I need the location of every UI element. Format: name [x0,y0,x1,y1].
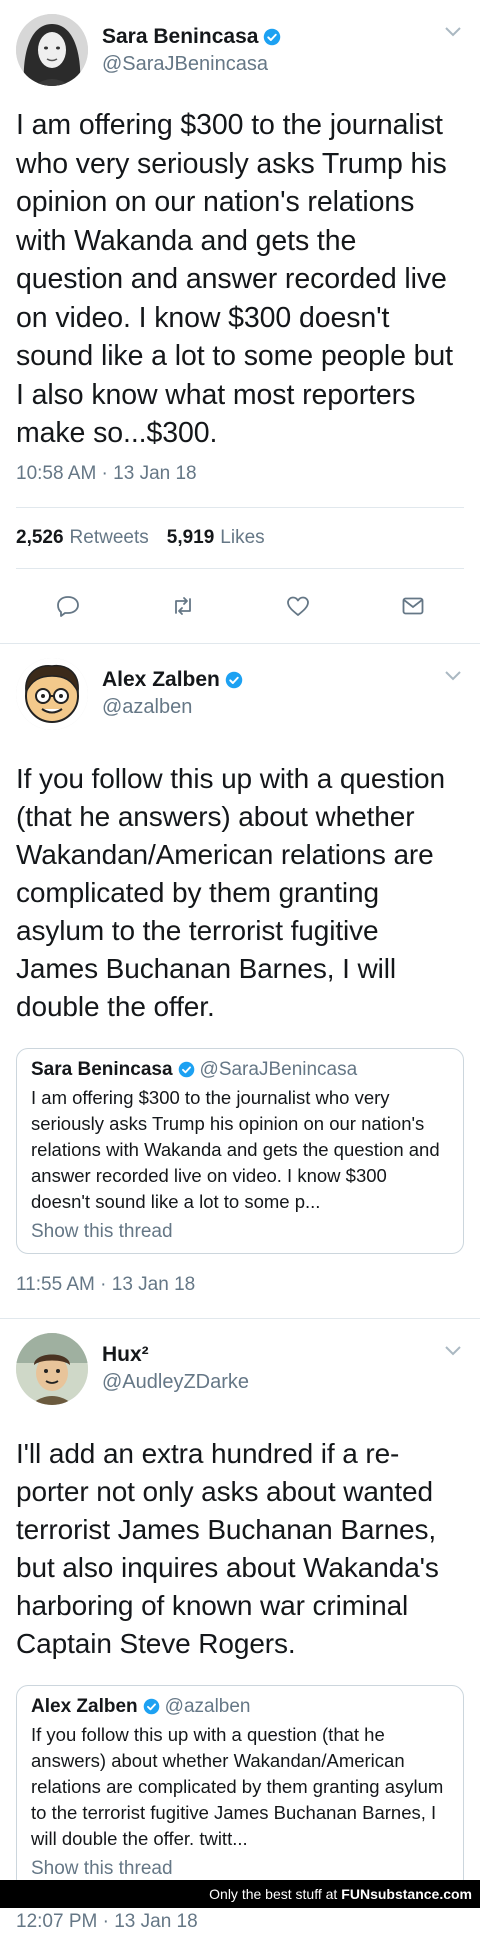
tweet-header: Sara Benincasa @SaraJBenincasa [16,0,464,100]
user-info: Alex Zalben @azalben [102,668,243,719]
display-name[interactable]: Hux² [102,1343,149,1367]
display-name[interactable]: Sara Benincasa [102,25,258,49]
tweet-header: Alex Zalben @azalben [16,644,464,744]
verified-icon [178,1061,194,1078]
likes-count[interactable]: 5,919 [167,527,215,549]
tweet-header: Hux² @AudleyZDarke [16,1319,464,1419]
user-handle[interactable]: @AudleyZDarke [102,1371,249,1394]
tweet-stats: 2,526 Retweets 5,919 Likes [0,508,480,568]
verified-icon [143,1698,159,1715]
user-handle[interactable]: @SaraJBenincasa [102,53,281,76]
user-info: Hux² @AudleyZDarke [102,1343,249,1394]
chevron-down-icon[interactable] [444,26,462,38]
tweet-text: If you follow this up with a question (t… [16,762,445,1022]
quoted-text: I am offering $300 to the journalist who… [31,1086,440,1212]
tweet-text: I'll add an extra hundred if a re-porter… [16,1437,439,1659]
retweet-icon[interactable] [170,593,196,619]
screenshot: Sara Benincasa @SaraJBenincasa I am offe… [0,0,480,1932]
tweet-timestamp[interactable]: 10:58 AM · 13 Jan 18 [16,463,464,485]
site-watermark: Only the best stuff at FUNsubstance.com [0,1880,480,1908]
retweets-label[interactable]: Retweets [70,527,149,549]
quoted-display-name: Sara Benincasa [31,1058,173,1080]
avatar-hux[interactable] [16,1332,88,1405]
quoted-display-name: Alex Zalben [31,1695,138,1717]
tweet-alex: Alex Zalben @azalben If you follow this … [0,644,480,1296]
display-name[interactable]: Alex Zalben [102,668,220,692]
tweet-text: I am offering $300 to the journalist who… [16,109,453,449]
quoted-handle: @SaraJBenincasa [199,1058,358,1080]
action-bar [0,569,480,643]
avatar-alex[interactable] [16,657,88,730]
message-icon[interactable] [400,593,426,619]
tweet-timestamp[interactable]: 12:07 PM · 13 Jan 18 [16,1911,464,1933]
user-handle[interactable]: @azalben [102,696,243,719]
show-thread-link[interactable]: Show this thread [31,1858,449,1880]
user-info: Sara Benincasa @SaraJBenincasa [102,25,281,76]
tweet-hux: Hux² @AudleyZDarke I'll add an extra hun… [0,1319,480,1933]
retweets-count[interactable]: 2,526 [16,527,64,549]
quoted-handle: @azalben [164,1695,251,1717]
verified-icon [264,28,281,45]
tweet-timestamp[interactable]: 11:55 AM · 13 Jan 18 [16,1274,464,1296]
like-icon[interactable] [285,593,311,619]
chevron-down-icon[interactable] [444,670,462,682]
likes-label[interactable]: Likes [220,527,264,549]
watermark-text: Only the best stuff at [209,1886,338,1902]
quoted-text: If you follow this up with a question (t… [31,1723,444,1849]
quoted-tweet[interactable]: Sara Benincasa @SaraJBenincasa I am offe… [16,1047,464,1254]
quoted-tweet[interactable]: Alex Zalben @azalben If you follow this … [16,1684,464,1891]
watermark-brand: FUNsubstance.com [341,1886,472,1902]
tweet-sara: Sara Benincasa @SaraJBenincasa I am offe… [0,0,480,485]
reply-icon[interactable] [55,593,81,619]
show-thread-link[interactable]: Show this thread [31,1221,449,1243]
chevron-down-icon[interactable] [444,1345,462,1357]
verified-icon [225,671,243,689]
avatar-sara[interactable] [16,14,88,86]
